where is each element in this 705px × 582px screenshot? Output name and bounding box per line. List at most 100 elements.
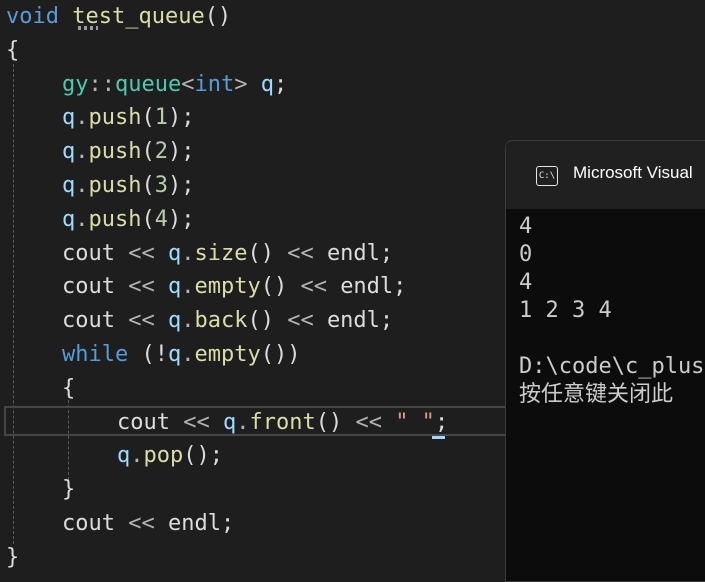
code-token: ); — [167, 139, 195, 165]
code-token: ; — [434, 409, 449, 435]
indent-guide-outer — [13, 64, 14, 544]
code-token: q — [260, 71, 274, 97]
code-line[interactable]: } — [62, 473, 75, 507]
code-line[interactable]: cout << q.empty() << endl; — [62, 270, 406, 304]
code-token: << — [342, 409, 396, 435]
code-token: empty — [194, 274, 261, 300]
code-token: << — [114, 240, 168, 266]
code-token: ()) — [260, 342, 301, 367]
code-line[interactable]: void test_queue() — [6, 0, 231, 34]
code-line[interactable]: q.pop(); — [117, 439, 223, 473]
console-output-line: 1 2 3 4 — [519, 298, 612, 323]
code-token: q — [167, 274, 182, 300]
code-token: () — [204, 4, 232, 29]
code-token: ; — [379, 308, 394, 334]
code-token: push — [88, 206, 142, 232]
code-token: endl — [167, 511, 221, 536]
code-token: . — [236, 409, 250, 435]
code-token: << — [287, 274, 341, 300]
code-token: . — [181, 274, 195, 300]
code-line[interactable]: { — [6, 34, 19, 68]
code-token: . — [181, 240, 195, 266]
code-line[interactable]: } — [6, 541, 19, 575]
code-token: . — [75, 206, 89, 232]
code-line[interactable]: q.push(2); — [62, 135, 194, 169]
code-token: front — [249, 409, 316, 435]
code-token: ); — [167, 173, 195, 198]
code-token: back — [194, 308, 248, 334]
code-token: push — [88, 139, 142, 165]
code-token: " " — [395, 409, 435, 435]
code-token: cout — [62, 308, 115, 334]
code-token: { — [6, 37, 20, 63]
code-token: << — [273, 240, 327, 266]
text-cursor — [432, 436, 445, 439]
code-token: (); — [183, 443, 223, 469]
console-output-line: 4 — [519, 214, 533, 239]
code-token: ; — [273, 71, 288, 97]
code-line[interactable]: q.push(3); — [62, 169, 194, 203]
code-token: q — [167, 240, 182, 266]
code-line[interactable]: q.push(4); — [62, 203, 194, 237]
code-token: . — [75, 105, 89, 131]
code-token: cout — [62, 511, 115, 536]
code-token: . — [181, 342, 195, 367]
code-token: queue — [115, 71, 182, 97]
code-line[interactable]: while (!q.empty()) — [62, 338, 300, 372]
code-token: push — [88, 105, 142, 131]
code-token: ( — [141, 139, 155, 165]
code-token: q — [117, 443, 131, 469]
code-token: q — [167, 308, 182, 334]
code-line[interactable]: { — [62, 372, 75, 406]
code-token: 1 — [154, 105, 168, 131]
code-token: ( — [141, 206, 155, 232]
code-token: . — [75, 139, 89, 165]
code-token: empty — [194, 342, 261, 367]
code-token: { — [62, 375, 76, 401]
console-title-bar[interactable]: C:\ Microsoft Visual — [506, 141, 705, 209]
code-token: 4 — [154, 206, 168, 232]
code-token: > — [234, 71, 248, 97]
code-token: cout — [62, 274, 115, 300]
code-token: endl — [326, 240, 380, 266]
code-token: q — [167, 342, 182, 367]
code-token: ; — [379, 240, 394, 266]
terminal-icon: C:\ — [536, 166, 558, 186]
code-token: :: — [88, 71, 116, 97]
code-line[interactable]: q.push(1); — [62, 101, 194, 135]
code-token: cout — [117, 409, 170, 435]
code-token: ; — [220, 511, 235, 536]
code-line[interactable]: cout << endl; — [62, 507, 234, 541]
code-token: q — [62, 173, 76, 198]
code-token: q — [62, 105, 76, 131]
code-token: ( — [141, 105, 155, 131]
code-token: << — [169, 409, 223, 435]
code-token: push — [88, 173, 142, 198]
code-token: (! — [128, 342, 168, 367]
code-line[interactable]: cout << q.back() << endl; — [62, 304, 393, 338]
code-token: () — [260, 274, 288, 300]
code-token: () — [315, 409, 343, 435]
code-line[interactable]: cout << q.front() << " "; — [117, 406, 448, 440]
code-token: . — [130, 443, 144, 469]
console-output-line: 按任意键关闭此 — [519, 382, 674, 407]
code-token: ( — [141, 173, 155, 198]
code-line[interactable]: cout << q.size() << endl; — [62, 237, 393, 271]
code-token: << — [114, 274, 168, 300]
code-token: cout — [62, 240, 115, 266]
console-window[interactable]: C:\ Microsoft Visual 4 0 4 1 2 3 4 D:\code\c… — [505, 140, 705, 582]
code-token: . — [181, 308, 195, 334]
code-token: int — [194, 71, 235, 97]
code-token: 2 — [154, 139, 168, 165]
code-line[interactable]: gy::queue<int> q; — [62, 68, 287, 102]
code-token: q — [62, 139, 76, 165]
code-token: 3 — [154, 173, 168, 198]
code-token: << — [273, 308, 327, 334]
code-token: } — [62, 477, 76, 503]
code-token: << — [114, 308, 168, 334]
code-token: . — [75, 173, 89, 198]
console-output-line: D:\code\c_plus — [519, 354, 705, 379]
code-token: () — [247, 240, 274, 266]
code-token: () — [247, 308, 274, 334]
